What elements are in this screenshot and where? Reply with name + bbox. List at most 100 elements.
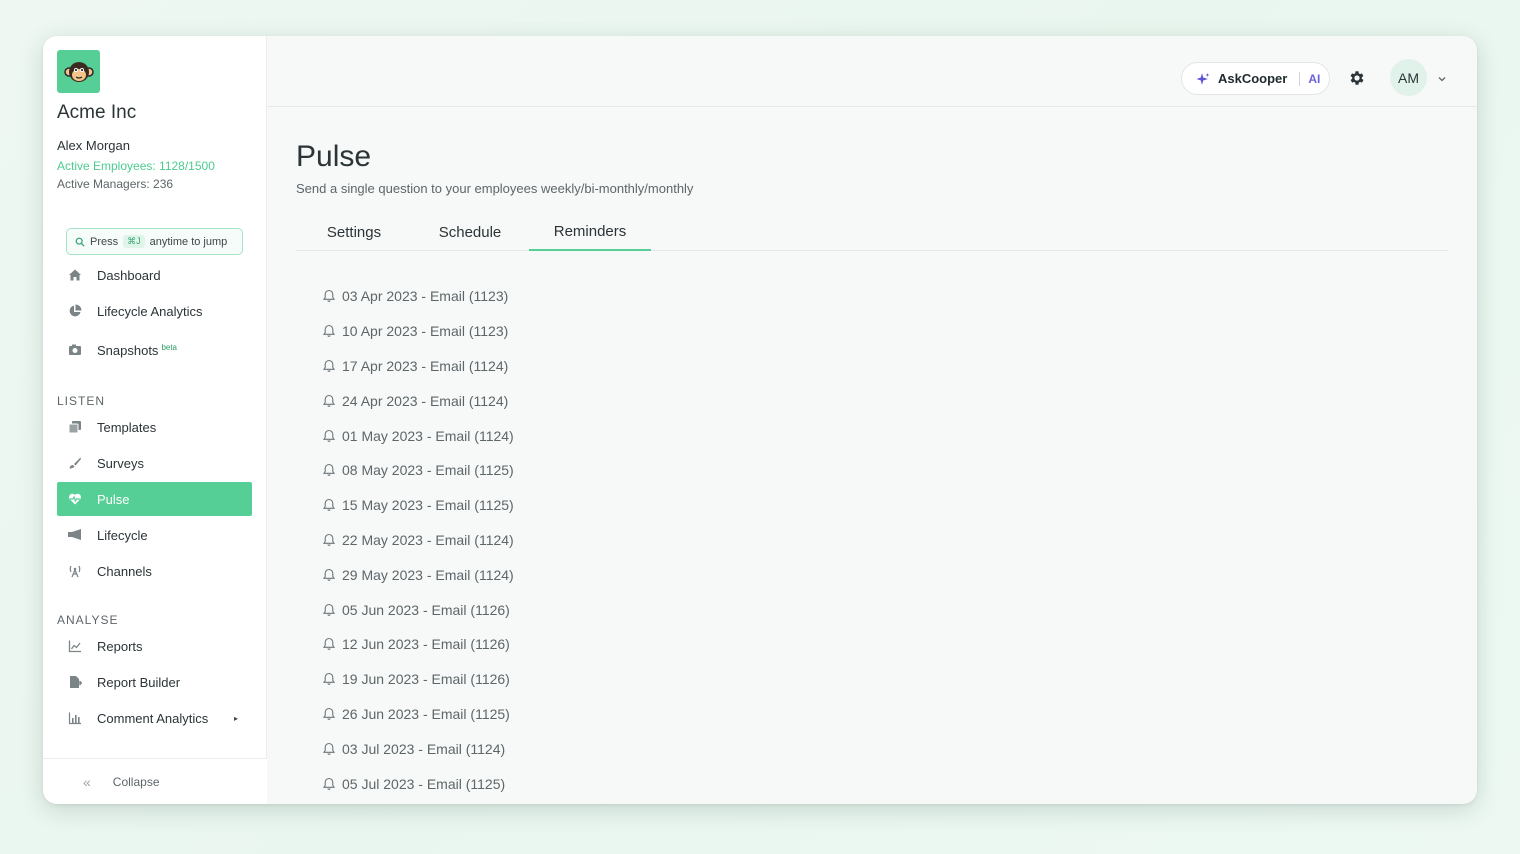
reminder-item: 24 Apr 2023 - Email (1124) — [322, 383, 514, 418]
sidebar-item-templates[interactable]: Templates — [57, 410, 252, 444]
page-subtitle: Send a single question to your employees… — [296, 181, 694, 196]
reminder-item: 26 Jun 2023 - Email (1125) — [322, 697, 514, 732]
reminder-label: 05 Jun 2023 - Email (1126) — [342, 601, 510, 618]
reminder-item: 15 May 2023 - Email (1125) — [322, 488, 514, 523]
tab-schedule[interactable]: Schedule — [412, 214, 528, 251]
ai-badge: AI — [1308, 71, 1321, 86]
sidebar-item-dashboard[interactable]: Dashboard — [57, 258, 252, 292]
reminder-label: 17 Apr 2023 - Email (1124) — [342, 357, 509, 374]
top-bar: AskCooper AI AM — [267, 36, 1477, 107]
reminder-item: 17 Apr 2023 - Email (1124) — [322, 349, 514, 384]
reminder-label: 08 May 2023 - Email (1125) — [342, 462, 514, 479]
reminder-item: 03 Jul 2023 - Email (1124) — [322, 731, 514, 766]
bell-icon — [322, 429, 336, 442]
reminder-item: 12 Jun 2023 - Email (1126) — [322, 627, 514, 662]
bell-icon — [322, 603, 336, 616]
sidebar: Acme Inc Alex Morgan Active Employees: 1… — [43, 36, 267, 804]
tab-settings[interactable]: Settings — [296, 214, 412, 251]
line-chart-icon — [67, 638, 83, 654]
bell-icon — [322, 638, 336, 651]
reminder-item: 22 May 2023 - Email (1124) — [322, 523, 514, 558]
bell-icon — [322, 325, 336, 338]
search-suffix: anytime to jump — [149, 235, 228, 248]
jump-search[interactable]: Press ⌘J anytime to jump — [66, 228, 243, 255]
double-chevron-left-icon: « — [83, 773, 91, 790]
reminder-item: 03 Apr 2023 - Email (1123) — [322, 279, 514, 314]
copy-icon — [67, 419, 83, 435]
bar-chart-icon — [67, 710, 83, 726]
app-window: Acme Inc Alex Morgan Active Employees: 1… — [43, 36, 1477, 804]
reminder-item: 10 Apr 2023 - Email (1123) — [322, 314, 514, 349]
reminder-item: 01 May 2023 - Email (1124) — [322, 418, 514, 453]
user-name: Alex Morgan — [57, 138, 130, 153]
sidebar-item-channels[interactable]: Channels — [57, 554, 252, 588]
home-icon — [67, 267, 83, 283]
active-managers-stat: Active Managers: 236 — [57, 177, 174, 191]
reminder-label: 10 Apr 2023 - Email (1123) — [342, 323, 509, 340]
bell-icon — [322, 707, 336, 720]
divider — [1299, 71, 1301, 86]
broadcast-icon — [67, 563, 83, 579]
sidebar-item-snapshots[interactable]: Snapshots beta — [57, 333, 252, 367]
avatar[interactable]: AM — [1390, 59, 1427, 96]
reminder-label: 19 Jun 2023 - Email (1126) — [342, 671, 510, 688]
reminder-item: 29 May 2023 - Email (1124) — [322, 557, 514, 592]
section-analyse: ANALYSE — [57, 613, 119, 627]
reminder-label: 15 May 2023 - Email (1125) — [342, 497, 514, 514]
sparkle-icon — [1196, 72, 1210, 85]
caret-right-icon: ▸ — [233, 713, 238, 723]
reminder-label: 01 May 2023 - Email (1124) — [342, 427, 514, 444]
reminder-label: 22 May 2023 - Email (1124) — [342, 531, 514, 548]
beta-badge: beta — [161, 342, 178, 352]
collapse-label: Collapse — [112, 774, 160, 789]
brush-icon — [67, 455, 83, 471]
bell-icon — [322, 568, 336, 581]
bell-icon — [322, 742, 336, 755]
reminder-item: 08 May 2023 - Email (1125) — [322, 453, 514, 488]
sidebar-item-report-builder[interactable]: Report Builder — [57, 665, 252, 699]
askcooper-button[interactable]: AskCooper AI — [1181, 62, 1330, 95]
collapse-button[interactable]: « Collapse — [43, 758, 267, 804]
shortcut-key: ⌘J — [123, 235, 145, 248]
sidebar-item-lifecycle[interactable]: Lifecycle — [57, 518, 252, 552]
reminder-item: 19 Jun 2023 - Email (1126) — [322, 662, 514, 697]
reminder-label: 29 May 2023 - Email (1124) — [342, 566, 514, 583]
reminder-label: 26 Jun 2023 - Email (1125) — [342, 705, 510, 722]
bell-icon — [322, 359, 336, 372]
active-employees-stat: Active Employees: 1128/1500 — [57, 159, 215, 173]
page-title: Pulse — [296, 140, 372, 173]
bell-icon — [322, 464, 336, 477]
bell-icon — [322, 673, 336, 685]
company-name: Acme Inc — [57, 102, 137, 123]
sidebar-item-comment-analytics[interactable]: Comment Analytics ▸ — [57, 701, 252, 735]
reminder-label: 12 Jun 2023 - Email (1126) — [342, 636, 510, 653]
bell-icon — [322, 533, 336, 546]
company-logo[interactable] — [57, 50, 100, 93]
reminder-label: 03 Apr 2023 - Email (1123) — [342, 288, 509, 305]
sidebar-item-surveys[interactable]: Surveys — [57, 446, 252, 480]
search-prefix: Press — [90, 235, 119, 248]
sidebar-item-lifecycle-analytics[interactable]: Lifecycle Analytics — [57, 294, 252, 328]
snapshots-label: Snapshots — [97, 342, 159, 358]
chevron-down-icon[interactable] — [1437, 74, 1447, 84]
sidebar-item-reports[interactable]: Reports — [57, 629, 252, 663]
reminder-item: 05 Jun 2023 - Email (1126) — [322, 592, 514, 627]
reminder-item: 05 Jul 2023 - Email (1125) — [322, 766, 514, 801]
tab-bar: Settings Schedule Reminders — [296, 214, 1448, 251]
monkey-logo-icon — [63, 61, 94, 82]
gear-icon[interactable] — [1348, 69, 1366, 87]
bell-icon — [322, 777, 336, 790]
main-content: AskCooper AI AM Pulse Send a single ques… — [267, 36, 1477, 804]
askcooper-label: AskCooper — [1218, 71, 1288, 86]
camera-icon — [67, 342, 83, 358]
file-export-icon — [67, 674, 83, 690]
section-listen: LISTEN — [57, 394, 106, 408]
reminder-list: 03 Apr 2023 - Email (1123) 10 Apr 2023 - … — [322, 279, 514, 801]
reminder-label: 05 Jul 2023 - Email (1125) — [342, 775, 506, 792]
search-icon — [75, 237, 85, 247]
sidebar-item-pulse[interactable]: Pulse — [57, 482, 252, 516]
tab-reminders[interactable]: Reminders — [529, 214, 651, 251]
bell-icon — [322, 290, 336, 303]
megaphone-icon — [67, 527, 83, 543]
reminder-label: 24 Apr 2023 - Email (1124) — [342, 392, 509, 409]
